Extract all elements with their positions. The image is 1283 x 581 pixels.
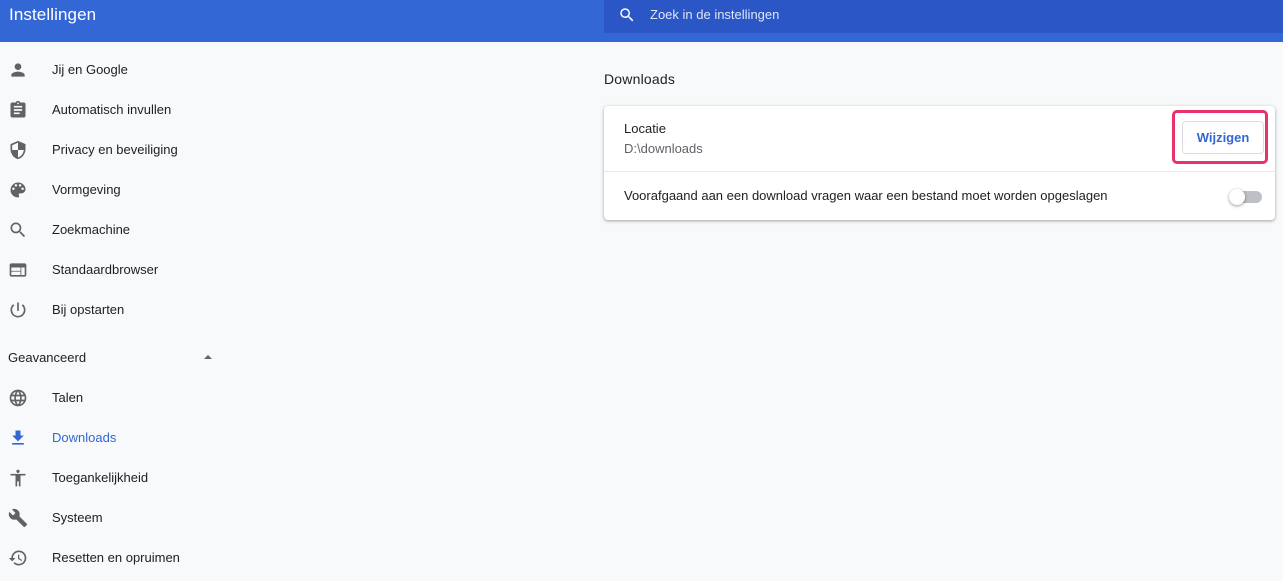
sidebar-item-label: Bij opstarten [52, 302, 125, 317]
advanced-section-label: Geavanceerd [8, 350, 87, 365]
sidebar-item-label: Toegankelijkheid [52, 470, 149, 485]
sidebar-item-search-engine[interactable]: Zoekmachine [0, 210, 240, 250]
ask-where-to-save-label: Voorafgaand aan een download vragen waar… [624, 188, 1108, 203]
sidebar: Jij en Google Automatisch invullen Priva… [0, 42, 240, 581]
sidebar-item-label: Downloads [52, 430, 117, 445]
ask-where-to-save-toggle[interactable] [1229, 189, 1263, 205]
sidebar-item-appearance[interactable]: Vormgeving [0, 170, 240, 210]
browser-icon [9, 263, 27, 277]
person-icon [11, 63, 25, 77]
search-input[interactable] [650, 0, 1250, 29]
sidebar-item-downloads[interactable]: Downloads [0, 418, 240, 458]
download-icon [12, 430, 24, 445]
palette-icon [10, 182, 26, 198]
sidebar-item-label: Resetten en opruimen [52, 550, 180, 565]
sidebar-item-on-startup[interactable]: Bij opstarten [0, 290, 240, 330]
page-title: Instellingen [9, 5, 97, 24]
toggle-knob [1229, 189, 1245, 205]
sidebar-item-label: Jij en Google [52, 62, 128, 77]
power-icon [10, 302, 26, 318]
globe-icon [9, 389, 27, 407]
sidebar-item-system[interactable]: Systeem [0, 498, 240, 538]
restore-icon [8, 550, 27, 566]
sidebar-item-default-browser[interactable]: Standaardbrowser [0, 250, 240, 290]
location-value: D:\downloads [624, 141, 703, 156]
shield-icon [10, 140, 26, 160]
sidebar-item-label: Systeem [52, 510, 103, 525]
location-label: Locatie [624, 121, 666, 136]
sidebar-item-label: Vormgeving [52, 182, 121, 197]
downloads-section-title: Downloads [604, 71, 676, 87]
sidebar-item-languages[interactable]: Talen [0, 378, 240, 418]
sidebar-item-label: Zoekmachine [52, 222, 131, 237]
sidebar-item-accessibility[interactable]: Toegankelijkheid [0, 458, 240, 498]
search-icon [620, 8, 634, 22]
change-location-button[interactable]: Wijzigen [1182, 121, 1264, 154]
ask-where-to-save-row[interactable]: Voorafgaand aan een download vragen waar… [604, 172, 1275, 220]
advanced-section-toggle[interactable]: Geavanceerd [0, 337, 240, 377]
sidebar-item-privacy[interactable]: Privacy en beveiliging [0, 130, 240, 170]
sidebar-item-label: Standaardbrowser [52, 262, 159, 277]
sidebar-item-autofill[interactable]: Automatisch invullen [0, 90, 240, 130]
top-bar: Instellingen [0, 0, 1283, 42]
sidebar-item-label: Automatisch invullen [52, 102, 172, 117]
wrench-icon [8, 508, 28, 528]
sidebar-item-label: Privacy en beveiliging [52, 142, 178, 157]
sidebar-item-label: Talen [52, 390, 84, 405]
accessibility-icon [10, 469, 26, 487]
download-location-row: Locatie D:\downloads Wijzigen [604, 106, 1275, 171]
sidebar-item-you-and-google[interactable]: Jij en Google [0, 50, 240, 90]
sidebar-item-reset-and-cleanup[interactable]: Resetten en opruimen [0, 538, 240, 578]
search-icon [10, 222, 26, 238]
caret-up-icon [204, 355, 212, 359]
clipboard-icon [10, 100, 26, 118]
search-box[interactable] [604, 0, 1283, 33]
downloads-settings-card: Locatie D:\downloads Wijzigen Voorafgaan… [604, 106, 1275, 220]
